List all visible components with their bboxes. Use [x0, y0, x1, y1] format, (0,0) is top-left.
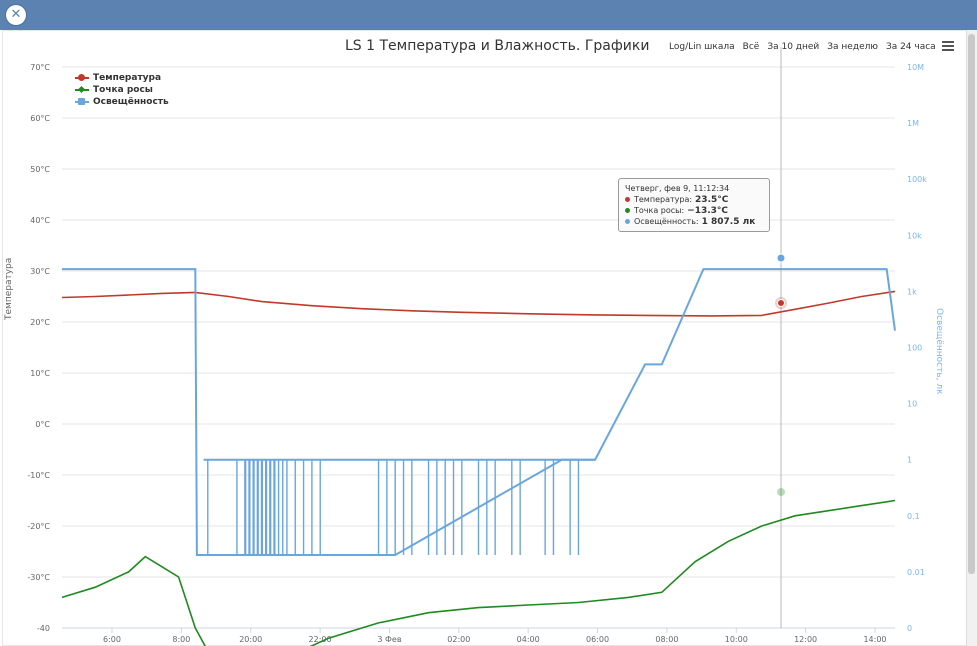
y2-tick-label: 10k [907, 231, 922, 240]
tooltip-row-illuminance: Освещённость: 1 807.5 лк [625, 216, 763, 227]
dot-icon [625, 219, 630, 224]
x-tick-label: 10:00 [725, 635, 748, 644]
y2-tick-label: 10 [907, 400, 917, 409]
tooltip-label: Точка росы: [634, 206, 685, 215]
dot-icon [625, 208, 630, 213]
y2-tick-label: 1 [907, 456, 912, 465]
y-tick-label: 20°C [30, 318, 50, 327]
legend-marker-icon [75, 73, 89, 83]
y2-tick-label: 10M [907, 63, 924, 72]
y2-tick-label: 100k [907, 175, 927, 184]
y2-tick-label: 1k [907, 287, 917, 296]
tooltip-row-temperature: Температура: 23.5°C [625, 194, 763, 205]
legend-item-dewpoint[interactable]: Точка росы [75, 84, 169, 96]
x-tick-label: 06:00 [586, 635, 609, 644]
tooltip-row-dewpoint: Точка росы: −13.3°C [625, 205, 763, 216]
y-tick-label: 60°C [30, 114, 50, 123]
y-tick-label: -40 [37, 624, 50, 633]
y-tick-label: -10°C [27, 471, 50, 480]
tooltip-value: 1 807.5 лк [701, 216, 756, 227]
tooltip-value: −13.3°C [687, 205, 729, 216]
x-tick-label: 3 Фев [377, 635, 401, 644]
y-tick-label: 50°C [30, 165, 50, 174]
legend-label: Температура [93, 73, 162, 83]
tooltip-label: Освещённость: [634, 217, 699, 226]
right-axis-title: Освещённость, лк [934, 308, 944, 395]
y-tick-label: -30°C [27, 573, 50, 582]
series-line-0 [61, 290, 896, 317]
legend-marker-icon [75, 97, 89, 107]
legend-label: Освещённость [93, 97, 169, 107]
y-tick-label: 40°C [30, 216, 50, 225]
tooltip: Четверг, фев 9, 11:12:34 Температура: 23… [618, 178, 770, 232]
x-tick-label: 02:00 [447, 635, 470, 644]
y-tick-label: 30°C [30, 267, 50, 276]
temperature-point [777, 299, 785, 307]
left-axis-title: Температура [4, 257, 14, 320]
y-tick-label: -20°C [27, 522, 50, 531]
y-tick-label: 0°C [35, 420, 50, 429]
legend-item-illuminance[interactable]: Освещённость [75, 96, 169, 108]
dot-icon [625, 197, 630, 202]
illuminance-point [776, 253, 786, 263]
x-tick-label: 12:00 [794, 635, 817, 644]
dewpoint-point [777, 488, 785, 496]
y-tick-label: 10°C [30, 369, 50, 378]
tooltip-label: Температура: [634, 195, 693, 204]
tooltip-header: Четверг, фев 9, 11:12:34 [625, 184, 730, 193]
y2-tick-label: 0.1 [907, 512, 920, 521]
tooltip-value: 23.5°C [695, 194, 729, 205]
legend-marker-icon [75, 85, 89, 95]
x-tick-label: 8:00 [172, 635, 190, 644]
y2-tick-label: 0 [907, 624, 912, 633]
x-tick-label: 08:00 [655, 635, 678, 644]
x-tick-label: 04:00 [517, 635, 540, 644]
y2-tick-label: 100 [907, 344, 922, 353]
legend-item-temperature[interactable]: Температура [75, 72, 169, 84]
x-tick-label: 6:00 [103, 635, 121, 644]
legend-label: Точка росы [93, 85, 153, 95]
x-tick-label: 20:00 [239, 635, 262, 644]
legend: Температура Точка росы Освещённость [75, 72, 169, 108]
y2-tick-label: 0.01 [907, 568, 925, 577]
y-tick-label: 70°C [30, 63, 50, 72]
x-tick-label: 14:00 [863, 635, 886, 644]
y2-tick-label: 1M [907, 119, 919, 128]
